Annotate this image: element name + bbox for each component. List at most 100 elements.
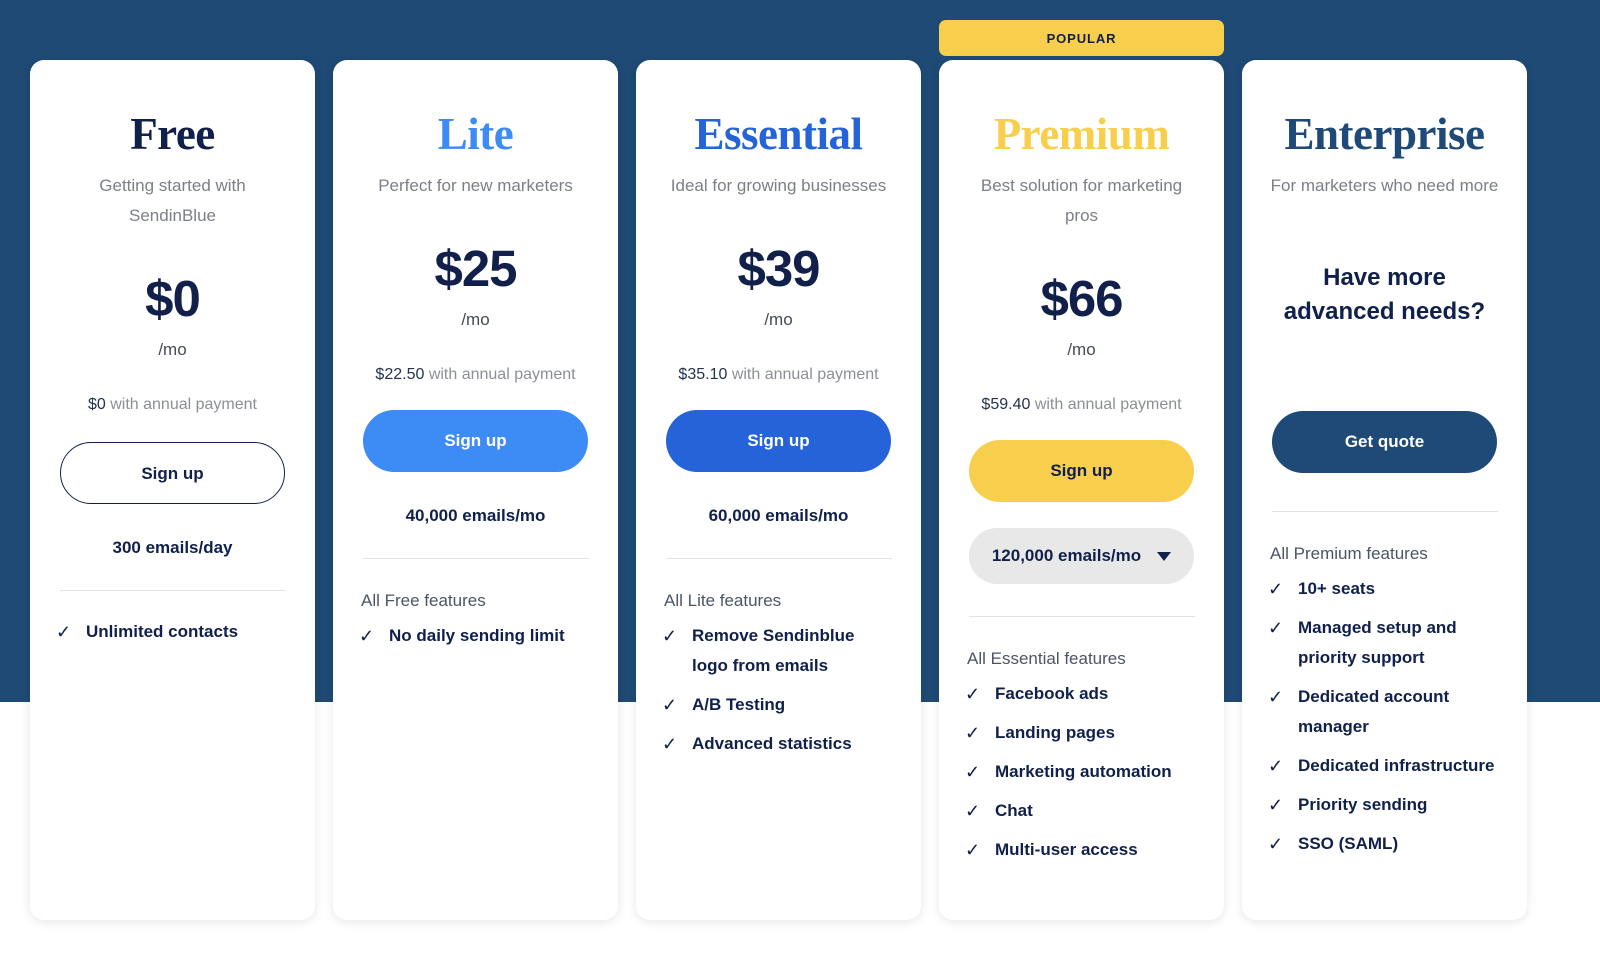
- check-icon: ✓: [1268, 579, 1284, 599]
- feature-label: SSO (SAML): [1298, 834, 1399, 853]
- plan-name-lite: Lite: [437, 109, 514, 159]
- check-icon: ✓: [1268, 618, 1284, 638]
- check-icon: ✓: [1268, 687, 1284, 707]
- plan-period-free: /mo: [158, 340, 187, 359]
- feature-list-lite: ✓ No daily sending limit: [359, 621, 592, 651]
- get-quote-button[interactable]: Get quote: [1272, 411, 1497, 473]
- popular-badge-label: POPULAR: [1046, 30, 1117, 46]
- plan-annual-suffix-free: with annual payment: [110, 396, 257, 413]
- signup-button-free[interactable]: Sign up: [60, 442, 285, 504]
- list-item: ✓ Managed setup and priority support: [1268, 613, 1501, 673]
- plan-annual-amount-lite: $22.50: [375, 366, 425, 383]
- plan-name-premium: Premium: [993, 109, 1170, 159]
- list-item: ✓ Facebook ads: [965, 679, 1198, 709]
- list-item: ✓ Chat: [965, 796, 1198, 826]
- plan-annual-premium: $59.40 with annual payment: [965, 396, 1198, 414]
- card-divider: [362, 558, 589, 559]
- pricing-card-premium: Premium Best solution for marketing pros…: [939, 60, 1224, 920]
- plan-price-free: $0: [145, 270, 201, 327]
- plan-annual-suffix-essential: with annual payment: [731, 366, 879, 383]
- card-divider: [968, 616, 1195, 617]
- plan-annual-suffix-premium: with annual payment: [1034, 396, 1182, 413]
- caret-down-icon: [1157, 551, 1172, 561]
- email-quota-selected-value: 120,000 emails/mo: [991, 546, 1142, 565]
- check-icon: ✓: [662, 626, 678, 646]
- list-item: ✓ No daily sending limit: [359, 621, 592, 651]
- check-icon: ✓: [1268, 795, 1284, 815]
- plan-period-premium: /mo: [1067, 340, 1096, 359]
- plan-tagline-free: Getting started with SendinBlue: [99, 176, 246, 225]
- feature-intro-premium: All Essential features: [967, 649, 1126, 668]
- card-divider: [665, 558, 892, 559]
- plan-tagline-premium: Best solution for marketing pros: [980, 176, 1183, 225]
- list-item: ✓ Unlimited contacts: [56, 617, 289, 647]
- plan-tagline-lite: Perfect for new marketers: [378, 176, 573, 195]
- feature-label: Priority sending: [1298, 795, 1428, 814]
- signup-button-lite[interactable]: Sign up: [363, 410, 588, 472]
- check-icon: ✓: [662, 734, 678, 754]
- plan-quota-essential: 60,000 emails/mo: [708, 506, 849, 525]
- check-icon: ✓: [965, 723, 981, 743]
- feature-label: 10+ seats: [1298, 579, 1376, 598]
- list-item: ✓ 10+ seats: [1268, 574, 1501, 604]
- plan-tagline-enterprise: For marketers who need more: [1270, 176, 1499, 195]
- list-item: ✓ Multi-user access: [965, 835, 1198, 865]
- pricing-card-enterprise: Enterprise For marketers who need more H…: [1242, 60, 1527, 920]
- list-item: ✓ Landing pages: [965, 718, 1198, 748]
- card-divider: [1271, 511, 1498, 512]
- feature-label: No daily sending limit: [389, 626, 565, 645]
- plan-quota-lite: 40,000 emails/mo: [405, 506, 546, 525]
- list-item: ✓ Remove Sendinblue logo from emails: [662, 621, 895, 681]
- plan-price-lite: $25: [434, 240, 517, 297]
- list-item: ✓ SSO (SAML): [1268, 829, 1501, 859]
- feature-label: Remove Sendinblue logo from emails: [692, 626, 855, 675]
- list-item: ✓ Priority sending: [1268, 790, 1501, 820]
- feature-list-free: ✓ Unlimited contacts: [56, 617, 289, 647]
- check-icon: ✓: [965, 801, 981, 821]
- feature-label: Advanced statistics: [692, 734, 852, 753]
- plan-annual-amount-free: $0: [87, 396, 106, 413]
- list-item: ✓ Advanced statistics: [662, 729, 895, 759]
- plan-annual-suffix-lite: with annual payment: [428, 366, 576, 383]
- feature-label: A/B Testing: [692, 695, 786, 714]
- plan-annual-lite: $22.50 with annual payment: [359, 366, 592, 384]
- enterprise-headline: Have more advanced needs?: [1283, 264, 1486, 325]
- feature-label: Managed setup and priority support: [1298, 618, 1457, 667]
- feature-list-enterprise: ✓ 10+ seats ✓ Managed setup and priority…: [1268, 574, 1501, 859]
- feature-intro-enterprise: All Premium features: [1270, 544, 1428, 563]
- feature-label: Chat: [995, 801, 1033, 820]
- feature-label: Multi-user access: [995, 840, 1138, 859]
- check-icon: ✓: [56, 622, 72, 642]
- plan-annual-free: $0 with annual payment: [56, 396, 289, 414]
- plan-name-essential: Essential: [694, 109, 863, 159]
- plan-quota-free: 300 emails/day: [112, 538, 233, 557]
- card-divider: [59, 590, 286, 591]
- plan-period-essential: /mo: [764, 310, 793, 329]
- check-icon: ✓: [359, 626, 375, 646]
- popular-badge: POPULAR: [939, 20, 1224, 56]
- email-quota-dropdown[interactable]: 120,000 emails/mo: [969, 528, 1194, 584]
- check-icon: ✓: [965, 762, 981, 782]
- feature-label: Marketing automation: [995, 762, 1172, 781]
- check-icon: ✓: [662, 695, 678, 715]
- plan-price-premium: $66: [1040, 270, 1123, 327]
- feature-intro-lite: All Free features: [361, 591, 486, 610]
- pricing-card-free: Free Getting started with SendinBlue $0 …: [30, 60, 315, 920]
- plan-annual-amount-essential: $35.10: [678, 366, 728, 383]
- feature-list-essential: ✓ Remove Sendinblue logo from emails ✓ A…: [662, 621, 895, 759]
- pricing-cards-container: POPULAR Free Getting started with Sendin…: [0, 0, 1600, 965]
- signup-button-essential[interactable]: Sign up: [666, 410, 891, 472]
- feature-label: Facebook ads: [995, 684, 1109, 703]
- feature-list-premium: ✓ Facebook ads ✓ Landing pages ✓ Marketi…: [965, 679, 1198, 865]
- check-icon: ✓: [1268, 756, 1284, 776]
- feature-label: Unlimited contacts: [86, 622, 239, 641]
- check-icon: ✓: [965, 840, 981, 860]
- plan-name-free: Free: [130, 109, 215, 159]
- check-icon: ✓: [1268, 834, 1284, 854]
- feature-label: Dedicated account manager: [1298, 687, 1450, 736]
- feature-intro-essential: All Lite features: [664, 591, 782, 610]
- pricing-card-essential: Essential Ideal for growing businesses $…: [636, 60, 921, 920]
- signup-button-premium[interactable]: Sign up: [969, 440, 1194, 502]
- check-icon: ✓: [965, 684, 981, 704]
- list-item: ✓ Marketing automation: [965, 757, 1198, 787]
